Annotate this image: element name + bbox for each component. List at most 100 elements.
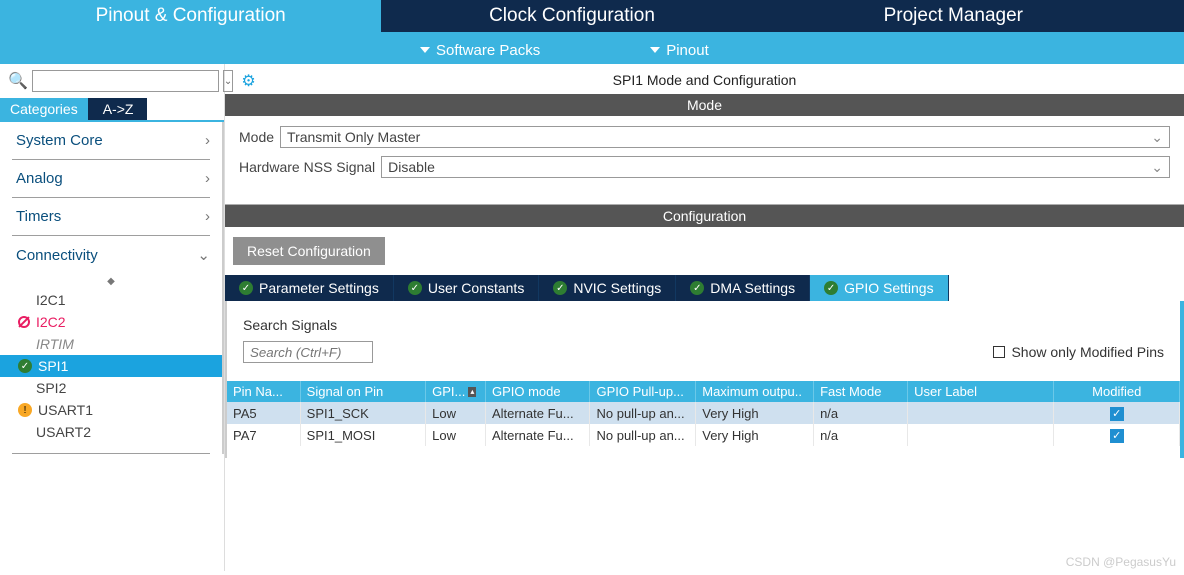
error-icon <box>18 316 30 328</box>
checked-icon[interactable]: ✓ <box>1110 407 1124 421</box>
col-fast-mode[interactable]: Fast Mode <box>814 381 908 402</box>
col-max-output[interactable]: Maximum outpu.. <box>696 381 814 402</box>
sidebar-item-usart2[interactable]: USART2 <box>0 421 222 443</box>
table-row[interactable]: PA5 SPI1_SCK Low Alternate Fu... No pull… <box>227 402 1180 424</box>
ok-icon: ✓ <box>18 359 32 373</box>
cell-signal: SPI1_MOSI <box>300 424 425 446</box>
sidebar-search-input[interactable] <box>32 70 219 92</box>
cell-modified: ✓ <box>1054 402 1180 424</box>
col-gpio-output[interactable]: GPI...▴ <box>426 381 486 402</box>
gpio-table: Pin Na... Signal on Pin GPI...▴ GPIO mod… <box>227 381 1180 446</box>
group-connectivity[interactable]: Connectivity ⌄ <box>0 236 222 274</box>
tab-gpio-settings-label: GPIO Settings <box>844 280 933 296</box>
nss-label: Hardware NSS Signal <box>239 159 381 175</box>
tab-clock-config[interactable]: Clock Configuration <box>381 0 762 32</box>
cell-user <box>908 424 1054 446</box>
reset-configuration-button[interactable]: Reset Configuration <box>233 237 385 265</box>
col-pin-name[interactable]: Pin Na... <box>227 381 300 402</box>
sidebar-item-spi2[interactable]: SPI2 <box>0 377 222 399</box>
cell-gpio-out: Low <box>426 424 486 446</box>
table-row[interactable]: PA7 SPI1_MOSI Low Alternate Fu... No pul… <box>227 424 1180 446</box>
cell-pin: PA7 <box>227 424 300 446</box>
chevron-right-icon: › <box>205 208 210 225</box>
cell-pin: PA5 <box>227 402 300 424</box>
tab-project-manager[interactable]: Project Manager <box>763 0 1144 32</box>
tab-dma-settings[interactable]: ✓ DMA Settings <box>676 275 810 301</box>
tab-dma-settings-label: DMA Settings <box>710 280 795 296</box>
sidebar-item-usart1[interactable]: ! USART1 <box>0 399 222 421</box>
sort-icon: ▴ <box>468 387 476 397</box>
tab-parameter-settings-label: Parameter Settings <box>259 280 379 296</box>
sidebar-item-label: IRTIM <box>36 336 74 352</box>
tab-az[interactable]: A->Z <box>89 98 148 120</box>
group-timers[interactable]: Timers› <box>0 198 222 235</box>
sidebar-item-i2c1[interactable]: I2C1 <box>0 289 222 311</box>
tab-user-constants[interactable]: ✓ User Constants <box>394 275 539 301</box>
sidebar-item-label: USART1 <box>38 402 93 418</box>
ok-icon: ✓ <box>408 281 422 295</box>
ribbon-software-packs-label: Software Packs <box>436 42 540 59</box>
gpio-table-header-row: Pin Na... Signal on Pin GPI...▴ GPIO mod… <box>227 381 1180 402</box>
group-connectivity-label: Connectivity <box>16 247 98 264</box>
search-icon[interactable]: 🔍 <box>8 71 28 91</box>
chevron-down-icon: ⌄ <box>197 246 210 264</box>
sidebar: 🔍 ⌄ ⚙ Categories A->Z System Core› Analo… <box>0 64 225 571</box>
col-gpio-pull[interactable]: GPIO Pull-up... <box>590 381 696 402</box>
tab-parameter-settings[interactable]: ✓ Parameter Settings <box>225 275 394 301</box>
chevron-right-icon: › <box>205 170 210 187</box>
cell-fast: n/a <box>814 402 908 424</box>
main-panel: SPI1 Mode and Configuration Mode Mode Tr… <box>225 64 1184 571</box>
show-modified-checkbox[interactable]: Show only Modified Pins <box>993 344 1164 360</box>
cell-gpio-out: Low <box>426 402 486 424</box>
chevron-down-icon <box>420 47 430 53</box>
tab-nvic-settings[interactable]: ✓ NVIC Settings <box>539 275 676 301</box>
search-signals-input[interactable] <box>243 341 373 363</box>
col-user-label[interactable]: User Label <box>908 381 1054 402</box>
sidebar-item-label: I2C2 <box>36 314 66 330</box>
tab-categories[interactable]: Categories <box>0 98 89 120</box>
mode-select-value: Transmit Only Master <box>287 129 420 145</box>
sidebar-item-spi1[interactable]: ✓ SPI1 <box>0 355 222 377</box>
ok-icon: ✓ <box>824 281 838 295</box>
mode-select[interactable]: Transmit Only Master ⌄ <box>280 126 1170 148</box>
group-analog[interactable]: Analog› <box>0 160 222 197</box>
tab-pinout-config[interactable]: Pinout & Configuration <box>0 0 381 32</box>
ribbon-pinout-label: Pinout <box>666 42 709 59</box>
chevron-down-icon: ⌄ <box>1151 129 1163 146</box>
cell-signal: SPI1_SCK <box>300 402 425 424</box>
col-gpio-mode[interactable]: GPIO mode <box>485 381 590 402</box>
tab-user-constants-label: User Constants <box>428 280 524 296</box>
sidebar-item-label: USART2 <box>36 424 91 440</box>
col-modified[interactable]: Modified <box>1054 381 1180 402</box>
tab-project-manager-label: Project Manager <box>884 5 1023 27</box>
checked-icon[interactable]: ✓ <box>1110 429 1124 443</box>
warn-icon: ! <box>18 403 32 417</box>
chevron-down-icon: ⌄ <box>1151 159 1163 176</box>
tab-nvic-settings-label: NVIC Settings <box>573 280 661 296</box>
sidebar-item-irtim[interactable]: IRTIM <box>0 333 222 355</box>
cell-gpio-mode: Alternate Fu... <box>485 402 590 424</box>
mode-label: Mode <box>239 129 280 145</box>
sidebar-item-label: SPI1 <box>38 358 68 374</box>
cfg-tabs: ✓ Parameter Settings ✓ User Constants ✓ NVI… <box>225 275 1184 301</box>
main-tabs: Pinout & Configuration Clock Configurati… <box>0 0 1184 36</box>
ribbon-software-packs[interactable]: Software Packs <box>420 42 540 59</box>
sidebar-item-i2c2[interactable]: I2C2 <box>0 311 222 333</box>
nss-select-value: Disable <box>388 159 435 175</box>
show-modified-label: Show only Modified Pins <box>1011 344 1164 360</box>
sidebar-item-label: I2C1 <box>36 292 66 308</box>
col-signal[interactable]: Signal on Pin <box>300 381 425 402</box>
configuration-header: Configuration <box>225 205 1184 227</box>
ribbon-pinout[interactable]: Pinout <box>650 42 709 59</box>
ok-icon: ✓ <box>553 281 567 295</box>
ok-icon: ✓ <box>690 281 704 295</box>
ok-icon: ✓ <box>239 281 253 295</box>
cell-max: Very High <box>696 424 814 446</box>
chevron-right-icon: › <box>205 132 210 149</box>
expand-handle-icon[interactable]: ◆ <box>0 274 222 289</box>
group-system-core[interactable]: System Core› <box>0 122 222 159</box>
cell-max: Very High <box>696 402 814 424</box>
nss-select[interactable]: Disable ⌄ <box>381 156 1170 178</box>
checkbox-icon <box>993 346 1005 358</box>
tab-gpio-settings[interactable]: ✓ GPIO Settings <box>810 275 948 301</box>
